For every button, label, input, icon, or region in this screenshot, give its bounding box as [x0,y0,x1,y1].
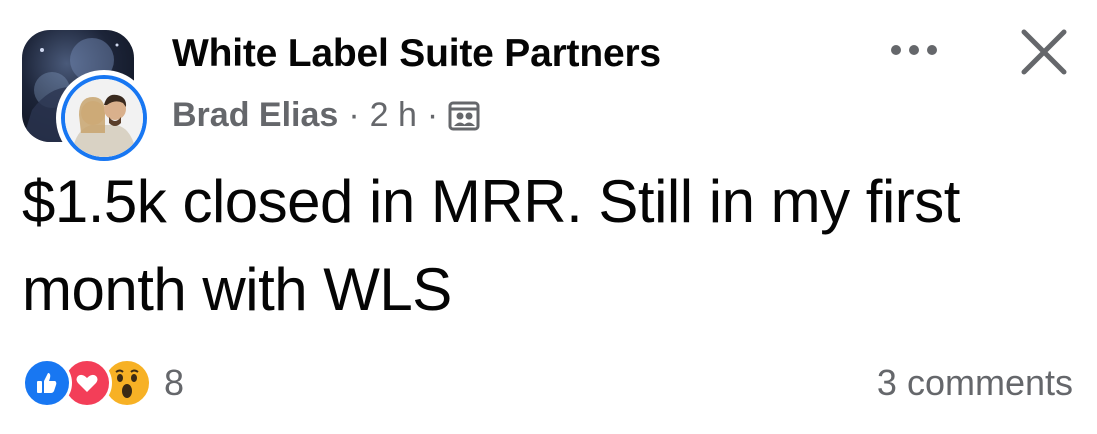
reaction-count: 8 [164,362,185,403]
meta-separator: · [348,96,360,134]
post-time[interactable]: 2 h [370,96,417,135]
like-icon [22,358,72,408]
group-audience-icon [448,100,480,132]
post-meta: Brad Elias · 2 h · [172,96,480,135]
more-options-icon [891,45,937,55]
reactions-summary[interactable]: 8 [22,358,184,408]
meta-separator: · [426,96,439,134]
author-name[interactable]: Brad Elias [172,96,338,135]
group-name[interactable]: White Label Suite Partners [172,32,661,76]
post-card: White Label Suite Partners Brad Elias · … [0,0,1097,434]
more-options-button[interactable] [884,30,944,70]
close-icon [1021,29,1067,75]
user-avatar-photo [61,75,147,161]
post-text: $1.5k closed in MRR. Still in my first m… [22,168,960,323]
user-avatar[interactable] [56,70,152,166]
close-button[interactable] [1014,22,1074,82]
comments-link[interactable]: 3 comments [877,362,1073,404]
